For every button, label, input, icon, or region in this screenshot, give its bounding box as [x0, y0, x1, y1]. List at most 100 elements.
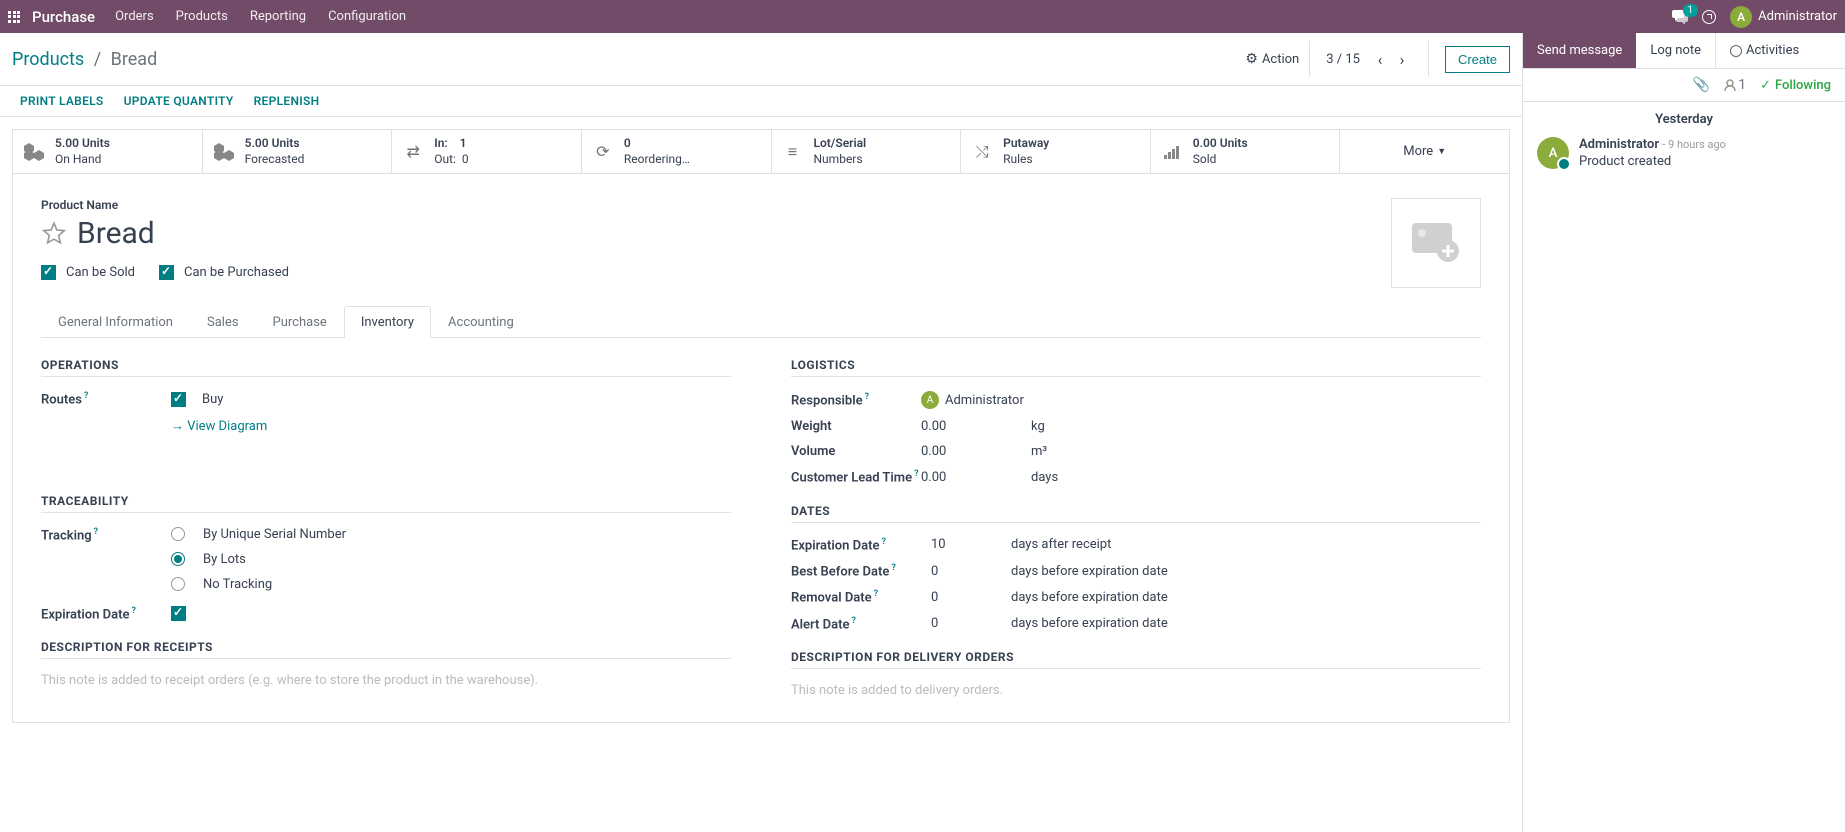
- removal-date-value[interactable]: 0: [931, 590, 1011, 605]
- product-image-placeholder[interactable]: [1391, 198, 1481, 288]
- tab-accounting[interactable]: Accounting: [431, 306, 531, 338]
- update-quantity-button[interactable]: UPDATE QUANTITY: [124, 94, 234, 108]
- product-name-label: Product Name: [41, 198, 1391, 212]
- chatter-panel: Send message Log note Activities 📎 1 ✓ F…: [1522, 33, 1845, 832]
- stat-inout[interactable]: ⇄ In: 1 Out: 0: [392, 130, 582, 173]
- shuffle-icon: ⤭: [971, 141, 993, 163]
- tracking-lots-radio[interactable]: [171, 552, 185, 566]
- boxes-icon: [213, 141, 235, 163]
- gear-icon: [1245, 51, 1258, 67]
- logistics-title: LOGISTICS: [791, 358, 1481, 377]
- followers-icon[interactable]: 1: [1724, 77, 1746, 93]
- message-avatar: A: [1537, 137, 1569, 169]
- message-author[interactable]: Administrator: [1579, 137, 1659, 152]
- desc-receipts-title: DESCRIPTION FOR RECEIPTS: [41, 640, 731, 659]
- responsible-value[interactable]: A Administrator: [921, 391, 1024, 409]
- form-sheet: Product Name Bread Can be Sold Can be Pu…: [12, 174, 1510, 723]
- app-title[interactable]: Purchase: [32, 8, 95, 26]
- expiration-date-checkbox[interactable]: [171, 606, 186, 621]
- desc-receipts-placeholder[interactable]: This note is added to receipt orders (e.…: [41, 673, 731, 688]
- weight-label: Weight: [791, 419, 921, 434]
- refresh-icon: ⟳: [592, 141, 614, 163]
- alert-date-value[interactable]: 0: [931, 616, 1011, 631]
- menu-products[interactable]: Products: [176, 9, 228, 24]
- bars-icon: [1161, 141, 1183, 163]
- print-labels-button[interactable]: PRINT LABELS: [20, 94, 104, 108]
- tab-general[interactable]: General Information: [41, 306, 190, 338]
- tab-sales[interactable]: Sales: [190, 306, 256, 338]
- responsible-label: Responsible?: [791, 392, 921, 408]
- volume-value[interactable]: 0.00: [921, 444, 1031, 459]
- message-date-separator: Yesterday: [1523, 102, 1845, 131]
- messages-badge: 1: [1683, 4, 1699, 17]
- product-name[interactable]: Bread: [77, 216, 155, 251]
- replenish-button[interactable]: REPLENISH: [254, 94, 320, 108]
- pager-next[interactable]: ›: [1392, 49, 1412, 69]
- user-name: Administrator: [1758, 9, 1837, 24]
- tab-purchase[interactable]: Purchase: [256, 306, 344, 338]
- user-avatar: A: [1730, 6, 1752, 28]
- boxes-icon: [23, 141, 45, 163]
- stat-forecast[interactable]: 5.00 UnitsForecasted: [203, 130, 393, 173]
- activities-button[interactable]: Activities: [1715, 33, 1813, 68]
- volume-label: Volume: [791, 444, 921, 459]
- view-diagram-link[interactable]: View Diagram: [171, 418, 267, 434]
- pager-prev[interactable]: ‹: [1370, 49, 1390, 69]
- stat-onhand[interactable]: 5.00 UnitsOn Hand: [13, 130, 203, 173]
- can-be-purchased-checkbox[interactable]: [159, 265, 174, 280]
- menu-orders[interactable]: Orders: [115, 9, 154, 24]
- weight-value[interactable]: 0.00: [921, 419, 1031, 434]
- breadcrumb-bar: Products / Bread Action 3 / 15 ‹ › Creat…: [0, 33, 1522, 86]
- lead-time-value[interactable]: 0.00: [921, 470, 1031, 485]
- user-menu[interactable]: A Administrator: [1730, 6, 1837, 28]
- message-time: - 9 hours ago: [1662, 138, 1726, 151]
- attachment-icon[interactable]: 📎: [1693, 77, 1710, 93]
- dates-title: DATES: [791, 504, 1481, 523]
- tracking-label: Tracking?: [41, 527, 171, 543]
- topbar: Purchase Orders Products Reporting Confi…: [0, 0, 1845, 33]
- best-before-value[interactable]: 0: [931, 564, 1011, 579]
- activities-icon[interactable]: [1702, 10, 1716, 24]
- alert-date-label: Alert Date?: [791, 616, 931, 632]
- breadcrumb-parent[interactable]: Products: [12, 49, 84, 70]
- stat-more[interactable]: More ▼: [1340, 130, 1509, 173]
- tracking-serial-radio[interactable]: [171, 527, 185, 541]
- transfer-icon: ⇄: [402, 141, 424, 163]
- menu-configuration[interactable]: Configuration: [328, 9, 406, 24]
- breadcrumb-current: Bread: [111, 49, 158, 70]
- create-button[interactable]: Create: [1445, 46, 1510, 73]
- message-body: Product created: [1579, 154, 1831, 169]
- menu-reporting[interactable]: Reporting: [250, 9, 306, 24]
- tabs: General Information Sales Purchase Inven…: [41, 306, 1481, 338]
- desc-delivery-title: DESCRIPTION FOR DELIVERY ORDERS: [791, 650, 1481, 669]
- stat-reorder[interactable]: ⟳ 0Reordering…: [582, 130, 772, 173]
- can-be-sold-checkbox[interactable]: [41, 265, 56, 280]
- removal-date-label: Removal Date?: [791, 589, 931, 605]
- send-message-button[interactable]: Send message: [1523, 33, 1636, 68]
- log-note-button[interactable]: Log note: [1636, 33, 1715, 68]
- best-before-label: Best Before Date?: [791, 563, 931, 579]
- operations-title: OPERATIONS: [41, 358, 731, 377]
- pager: 3 / 15 ‹ ›: [1309, 41, 1428, 77]
- stat-boxes: 5.00 UnitsOn Hand 5.00 UnitsForecasted ⇄…: [12, 129, 1510, 174]
- route-buy-checkbox[interactable]: [171, 392, 186, 407]
- caret-down-icon: ▼: [1437, 146, 1446, 157]
- following-button[interactable]: ✓ Following: [1760, 78, 1831, 93]
- expiration-date-label: Expiration Date?: [41, 606, 171, 622]
- topbar-menu: Orders Products Reporting Configuration: [115, 9, 406, 24]
- tab-inventory[interactable]: Inventory: [344, 306, 431, 338]
- favorite-star-icon[interactable]: [41, 221, 67, 247]
- stat-putaway[interactable]: ⤭ PutawayRules: [961, 130, 1151, 173]
- expiration-date-field-label: Expiration Date?: [791, 537, 931, 553]
- breadcrumb: Products / Bread: [12, 49, 157, 70]
- stat-lots[interactable]: ≡ Lot/SerialNumbers: [772, 130, 962, 173]
- action-menu[interactable]: Action: [1235, 47, 1309, 71]
- stat-sold[interactable]: 0.00 UnitsSold: [1151, 130, 1341, 173]
- apps-icon[interactable]: [8, 11, 20, 23]
- pager-text[interactable]: 3 / 15: [1326, 52, 1360, 67]
- desc-delivery-placeholder[interactable]: This note is added to delivery orders.: [791, 683, 1481, 698]
- tracking-none-radio[interactable]: [171, 577, 185, 591]
- expiration-date-value[interactable]: 10: [931, 537, 1011, 552]
- messages-icon[interactable]: 1: [1672, 10, 1688, 24]
- list-icon: ≡: [782, 141, 804, 163]
